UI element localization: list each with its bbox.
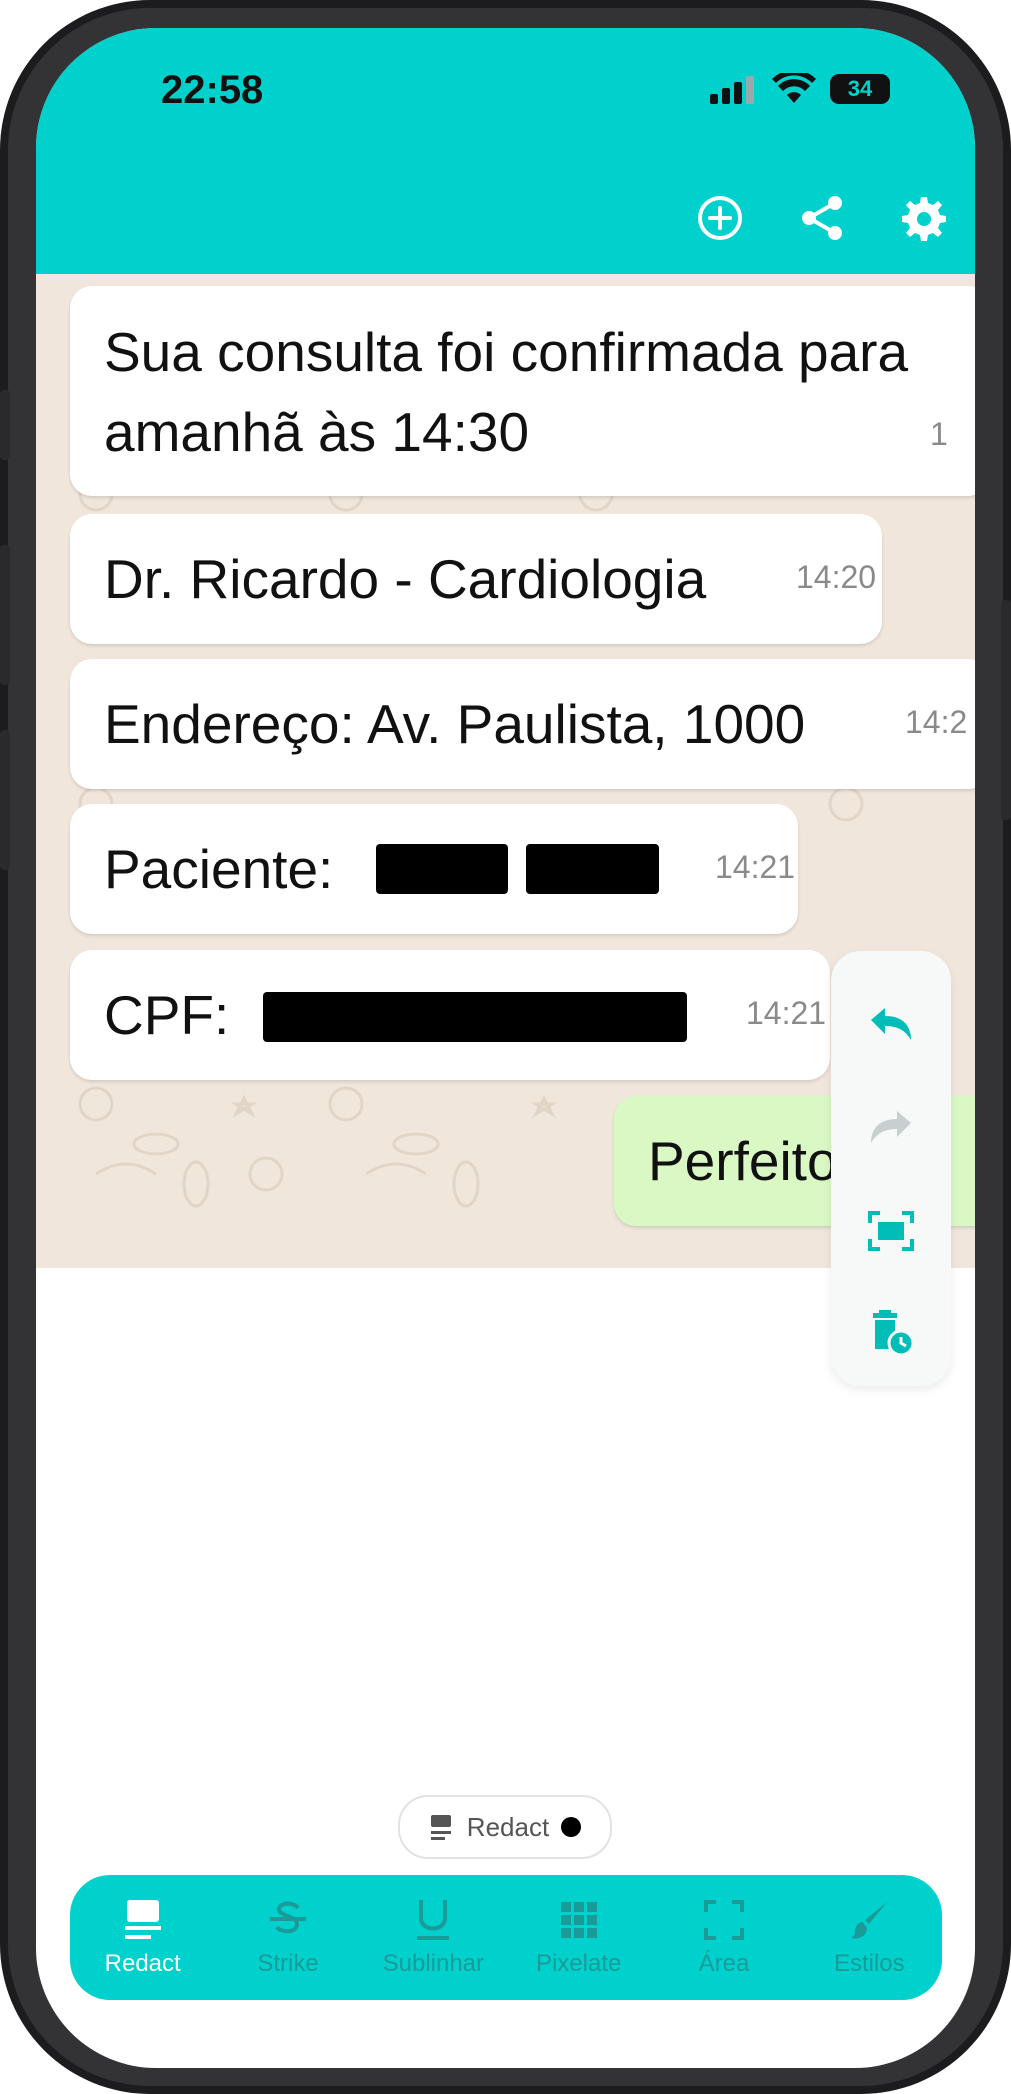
add-button[interactable] xyxy=(669,188,771,248)
signal-icon xyxy=(710,76,754,104)
floating-actions xyxy=(831,951,951,1386)
message-text: CPF: xyxy=(104,984,230,1046)
tool-label: Sublinhar xyxy=(382,1949,485,1977)
tool-strike[interactable]: Strike xyxy=(215,1875,360,2000)
message-text: Endereço: Av. Paulista, 1000 xyxy=(104,693,806,755)
battery-icon: 34 xyxy=(830,74,890,104)
tool-bar: Redact Strike Sublinhar Pixelate Área Es… xyxy=(70,1875,942,2000)
message-bubble[interactable]: Sua consulta foi confirmada para amanhã … xyxy=(70,286,975,496)
strike-icon xyxy=(269,1901,306,1933)
tool-pixelate[interactable]: Pixelate xyxy=(506,1875,651,2000)
tool-label: Strike xyxy=(257,1949,319,1977)
settings-button[interactable] xyxy=(873,188,975,248)
message-time: 14:20 xyxy=(796,559,877,595)
tool-label: Área xyxy=(698,1949,750,1977)
add-circle-icon xyxy=(698,196,742,240)
side-button xyxy=(0,730,10,870)
message-bubble[interactable]: Dr. Ricardo - Cardiologia 14:20 xyxy=(70,514,882,644)
message-bubble[interactable]: CPF: 14:21 xyxy=(70,950,830,1080)
undo-icon xyxy=(871,1008,911,1040)
underline-icon xyxy=(417,1899,450,1940)
message-text: Dr. Ricardo - Cardiologia xyxy=(104,548,707,610)
redact-icon xyxy=(124,1899,161,1939)
chip-label: Redact xyxy=(466,1811,550,1842)
tool-area[interactable]: Área xyxy=(651,1875,796,2000)
tool-label: Estilos xyxy=(833,1949,905,1977)
message-time: 1 xyxy=(930,416,948,452)
wifi-icon xyxy=(772,73,816,103)
power-button xyxy=(1001,600,1011,820)
redo-icon xyxy=(871,1111,911,1143)
redaction-box[interactable] xyxy=(263,992,687,1042)
tool-label: Pixelate xyxy=(535,1949,622,1977)
app-bar: 22:58 34 xyxy=(36,28,975,274)
message-bubble[interactable]: Paciente: 14:21 xyxy=(70,804,798,934)
area-icon xyxy=(703,1899,744,1940)
status-icons: 34 xyxy=(710,73,890,105)
tool-underline[interactable]: Sublinhar xyxy=(361,1875,506,2000)
phone-frame: 22:58 34 Sua consulta foi confirmada par… xyxy=(0,0,1011,2094)
tool-label: Redact xyxy=(104,1949,181,1977)
battery-level: 34 xyxy=(847,76,873,101)
side-button xyxy=(0,390,10,460)
pixelate-icon xyxy=(560,1901,597,1938)
crop-select-icon xyxy=(868,1211,914,1251)
redact-icon xyxy=(430,1815,451,1840)
status-time: 22:58 xyxy=(161,68,264,112)
gear-icon xyxy=(902,197,946,241)
clear-history-button[interactable] xyxy=(861,1303,921,1363)
redo-button[interactable] xyxy=(861,1099,921,1159)
message-text: Paciente: xyxy=(104,838,334,900)
redaction-box[interactable] xyxy=(376,844,508,894)
undo-button[interactable] xyxy=(861,996,921,1056)
message-time: 14:21 xyxy=(746,995,827,1031)
message-bubble[interactable]: Endereço: Av. Paulista, 1000 14:2 xyxy=(70,659,975,789)
side-button xyxy=(0,545,10,685)
select-area-button[interactable] xyxy=(861,1201,921,1261)
message-text: Sua consulta foi confirmada para amanhã … xyxy=(104,321,909,463)
current-mode-chip[interactable]: Redact xyxy=(398,1795,612,1859)
color-dot[interactable] xyxy=(561,1817,582,1837)
tool-redact[interactable]: Redact xyxy=(70,1875,215,2000)
tool-styles[interactable]: Estilos xyxy=(797,1875,942,2000)
share-icon xyxy=(802,196,842,240)
share-button[interactable] xyxy=(771,188,873,248)
redaction-box[interactable] xyxy=(526,844,659,894)
delete-clock-icon xyxy=(873,1310,915,1357)
app-actions xyxy=(669,188,975,248)
brush-icon xyxy=(851,1901,888,1939)
app-screen: 22:58 34 Sua consulta foi confirmada par… xyxy=(36,28,975,2068)
message-time: 14:21 xyxy=(715,849,796,885)
message-time: 14:2 xyxy=(905,704,968,740)
